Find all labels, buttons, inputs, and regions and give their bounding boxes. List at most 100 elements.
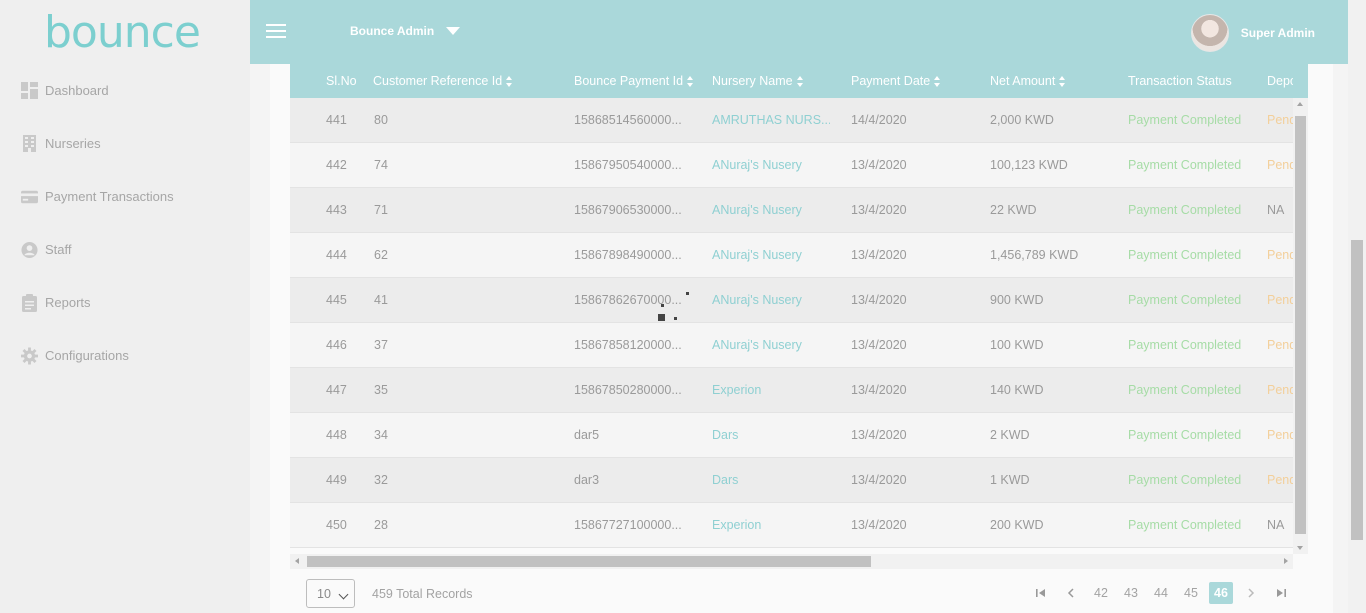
cell-sl-no: 442 [326,158,347,172]
next-page-icon[interactable] [1236,582,1266,604]
table-row[interactable]: 443 71 15867906530000... ANuraj's Nusery 13/… [290,188,1293,233]
cell-bounce-payment-id: dar3 [574,473,600,487]
page-size-select[interactable]: 10 [306,579,355,608]
cell-transaction-status: Payment Completed [1128,338,1242,352]
page-number-active[interactable]: 46 [1209,582,1233,604]
sort-icon[interactable] [506,75,513,87]
cell-customer-ref: 28 [374,518,388,532]
menu-toggle-icon[interactable] [266,24,286,40]
scroll-down-icon[interactable] [1297,546,1303,550]
cell-sl-no: 450 [326,518,347,532]
cell-nursery-name[interactable]: ANuraj's Nusery [712,233,830,278]
sort-icon[interactable] [687,75,694,87]
column-header-label: Sl.No [326,74,357,88]
transactions-card: Sl.No Customer Reference Id Bounce Payme… [270,64,1333,613]
total-records: 459 Total Records [372,587,473,601]
cell-nursery-name[interactable]: ANuraj's Nusery [712,323,830,368]
loading-spinner-icon [657,290,691,324]
cell-transaction-status: Payment Completed [1128,113,1242,127]
column-header-customer-ref[interactable]: Customer Reference Id [373,64,513,98]
user-menu[interactable]: Super Admin [1190,14,1315,52]
page-scrollbar-thumb[interactable] [1351,240,1363,540]
cell-nursery-name[interactable]: Experion [712,368,830,413]
table-row[interactable]: 449 32 dar3 Dars 13/4/2020 1 KWD Payment Compl… [290,458,1293,503]
caret-down-icon [446,27,461,35]
sidebar-item-label: Staff [45,242,72,257]
cell-transaction-status: Payment Completed [1128,158,1242,172]
transactions-table: Sl.No Customer Reference Id Bounce Payme… [290,64,1308,554]
column-header-deposit[interactable]: Deposit [1267,64,1293,98]
page-scrollbar[interactable] [1348,0,1366,613]
table-scrollbar-thumb[interactable] [1295,116,1306,534]
column-header-payment-date[interactable]: Payment Date [851,64,941,98]
column-header-transaction-status[interactable]: Transaction Status [1128,64,1232,98]
sort-icon[interactable] [934,75,941,87]
sort-icon[interactable] [1059,75,1066,87]
bounce-logo[interactable]: bounce [44,8,201,58]
cell-bounce-payment-id: dar5 [574,428,600,442]
cell-nursery-name[interactable]: Dars [712,413,830,458]
cell-deposit: Pend [1267,158,1293,172]
table-row[interactable]: 446 37 15867858120000... ANuraj's Nusery 13/… [290,323,1293,368]
column-header-bounce-payment-id[interactable]: Bounce Payment Id [574,64,694,98]
first-page-icon[interactable] [1026,582,1056,604]
cell-nursery-name[interactable]: Dars [712,458,830,503]
horizontal-scrollbar-thumb[interactable] [307,556,871,567]
page-number[interactable]: 45 [1176,582,1206,604]
cell-sl-no: 448 [326,428,347,442]
page-number[interactable]: 42 [1086,582,1116,604]
table-row[interactable]: 442 74 15867950540000... ANuraj's Nusery 13/… [290,143,1293,188]
clipboard-icon [21,293,38,312]
table-row[interactable]: 444 62 15867898490000... ANuraj's Nusery 13/… [290,233,1293,278]
sidebar-nav: Dashboard Nurseries Payment Transactions… [0,64,250,382]
column-header-net-amount[interactable]: Net Amount [990,64,1066,98]
cell-deposit: Pend [1267,338,1293,352]
sort-icon[interactable] [796,75,804,87]
cell-sl-no: 449 [326,473,347,487]
sidebar-item-staff[interactable]: Staff [0,223,250,276]
scroll-up-icon[interactable] [1297,102,1303,106]
cell-nursery-name[interactable]: ANuraj's Nusery [712,143,830,188]
dashboard-icon [21,82,38,99]
cell-transaction-status: Payment Completed [1128,383,1242,397]
column-header-nursery-name[interactable]: Nursery Name [712,64,804,98]
cell-sl-no: 444 [326,248,347,262]
last-page-icon[interactable] [1266,582,1296,604]
cell-sl-no: 445 [326,293,347,307]
cell-transaction-status: Payment Completed [1128,248,1242,262]
cell-sl-no: 443 [326,203,347,217]
previous-page-icon[interactable] [1056,582,1086,604]
cell-net-amount: 140 KWD [990,383,1044,397]
cell-nursery-name[interactable]: Experion [712,503,830,548]
page-number[interactable]: 44 [1146,582,1176,604]
table-horizontal-scrollbar[interactable] [290,554,1293,569]
table-row[interactable]: 445 41 15867862670000... ANuraj's Nusery 13/… [290,278,1293,323]
cell-transaction-status: Payment Completed [1128,473,1242,487]
credit-card-icon [21,188,38,205]
admin-dropdown[interactable]: Bounce Admin [350,24,461,38]
sidebar-item-payment-transactions[interactable]: Payment Transactions [0,170,250,223]
page-number[interactable]: 43 [1116,582,1146,604]
cell-payment-date: 14/4/2020 [851,113,907,127]
sidebar-item-reports[interactable]: Reports [0,276,250,329]
cell-nursery-name[interactable]: ANuraj's Nusery [712,188,830,233]
table-row[interactable]: 450 28 15867727100000... Experion 13/4/2020 2… [290,503,1293,548]
sidebar-item-dashboard[interactable]: Dashboard [0,64,250,117]
cell-nursery-name[interactable]: ANuraj's Nusery [712,278,830,323]
scroll-left-icon[interactable] [295,558,299,564]
sidebar-item-nurseries[interactable]: Nurseries [0,117,250,170]
user-name: Super Admin [1240,26,1315,40]
table-row[interactable]: 447 35 15867850280000... Experion 13/4/2020 1… [290,368,1293,413]
table-vertical-scrollbar[interactable] [1293,98,1308,554]
cell-payment-date: 13/4/2020 [851,203,907,217]
admin-dropdown-label: Bounce Admin [350,24,435,38]
cell-nursery-name[interactable]: AMRUTHAS NURS... [712,98,830,143]
table-row[interactable]: 448 34 dar5 Dars 13/4/2020 2 KWD Payment Compl… [290,413,1293,458]
column-header-sl-no[interactable]: Sl.No [326,64,357,98]
cell-payment-date: 13/4/2020 [851,428,907,442]
scroll-right-icon[interactable] [1284,558,1288,564]
table-row[interactable]: 441 80 15868514560000... AMRUTHAS NURS... 14… [290,98,1293,143]
sidebar-item-configurations[interactable]: Configurations [0,329,250,382]
cell-transaction-status: Payment Completed [1128,518,1242,532]
sidebar-item-label: Reports [45,295,91,310]
